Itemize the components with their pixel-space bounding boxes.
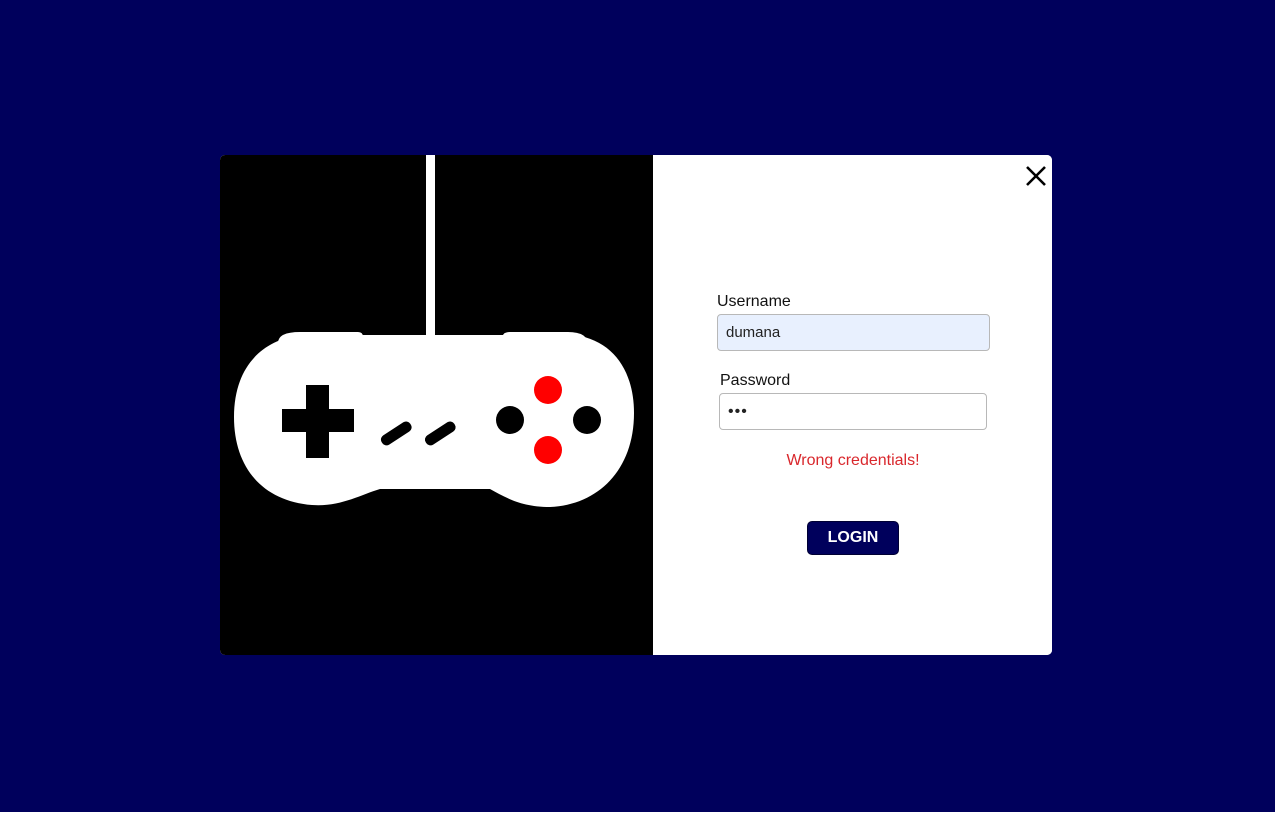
login-button[interactable]: LOGIN — [807, 521, 899, 555]
username-field[interactable] — [717, 314, 990, 351]
close-icon — [1026, 166, 1046, 186]
error-message: Wrong credentials! — [786, 452, 920, 469]
password-field[interactable] — [719, 393, 987, 430]
password-label: Password — [720, 372, 791, 389]
close-button[interactable] — [1023, 163, 1049, 189]
login-form-panel: Username Password Wrong credentials! LOG… — [653, 155, 1052, 655]
username-label: Username — [717, 293, 791, 310]
login-modal: Username Password Wrong credentials! LOG… — [220, 155, 1052, 655]
game-controller-icon — [234, 155, 634, 507]
illustration-panel — [220, 155, 653, 655]
